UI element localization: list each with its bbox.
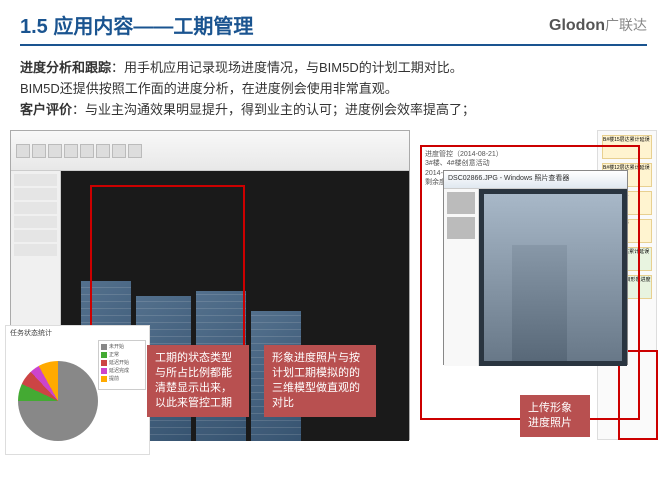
toolbar-icon	[64, 144, 78, 158]
nav-item	[14, 216, 57, 228]
toolbar-icon	[128, 144, 142, 158]
thumbnail	[447, 192, 475, 214]
legend-item: 正常	[101, 351, 143, 358]
bim-toolbar	[11, 131, 409, 171]
header-divider	[20, 44, 647, 46]
site-photo	[484, 194, 622, 361]
legend-item: 延迟完成	[101, 367, 143, 374]
legend-item: 提前	[101, 375, 143, 382]
nav-item	[14, 202, 57, 214]
photo-main-view	[479, 189, 627, 366]
legend-item: 未开始	[101, 343, 143, 350]
nav-item	[14, 174, 57, 186]
nav-item	[14, 244, 57, 256]
nav-item	[14, 230, 57, 242]
callout-upload: 上传形象进度照片	[520, 395, 590, 437]
toolbar-icon	[16, 144, 30, 158]
body-text: 进度分析和跟踪：用手机应用记录现场进度情况，与BIM5D的计划工期对比。 BIM…	[0, 56, 667, 122]
screenshot-composite: B#楼15层达累计延误 B#楼12层达累计延误 2014-06-21 2014-…	[10, 130, 657, 450]
pie-title: 任务状态统计	[6, 326, 149, 340]
toolbar-icon	[48, 144, 62, 158]
brand-logo: Glodon广联达	[549, 15, 647, 35]
toolbar-icon	[32, 144, 46, 158]
legend-item: 延迟开始	[101, 359, 143, 366]
toolbar-icon	[96, 144, 110, 158]
pie-legend: 未开始 正常 延迟开始 延迟完成 提前	[98, 340, 146, 390]
nav-item	[14, 188, 57, 200]
photo-viewer-window: DSC02866.JPG - Windows 照片查看器	[443, 170, 628, 365]
toolbar-icon	[112, 144, 126, 158]
photo-window-title: DSC02866.JPG - Windows 照片查看器	[444, 171, 627, 189]
thumbnail	[447, 217, 475, 239]
pie-chart	[18, 361, 98, 441]
slide-title: 1.5 应用内容——工期管理	[20, 10, 253, 39]
photo-thumbnails	[444, 189, 479, 366]
toolbar-icon	[80, 144, 94, 158]
callout-compare: 形象进度照片与按计划工期模拟的的三维模型做直观的对比	[264, 345, 376, 416]
callout-pie: 工期的状态类型与所占比例都能清楚显示出来，以此来管控工期	[147, 345, 249, 416]
pie-chart-panel: 任务状态统计 未开始 正常 延迟开始 延迟完成 提前	[5, 325, 150, 455]
